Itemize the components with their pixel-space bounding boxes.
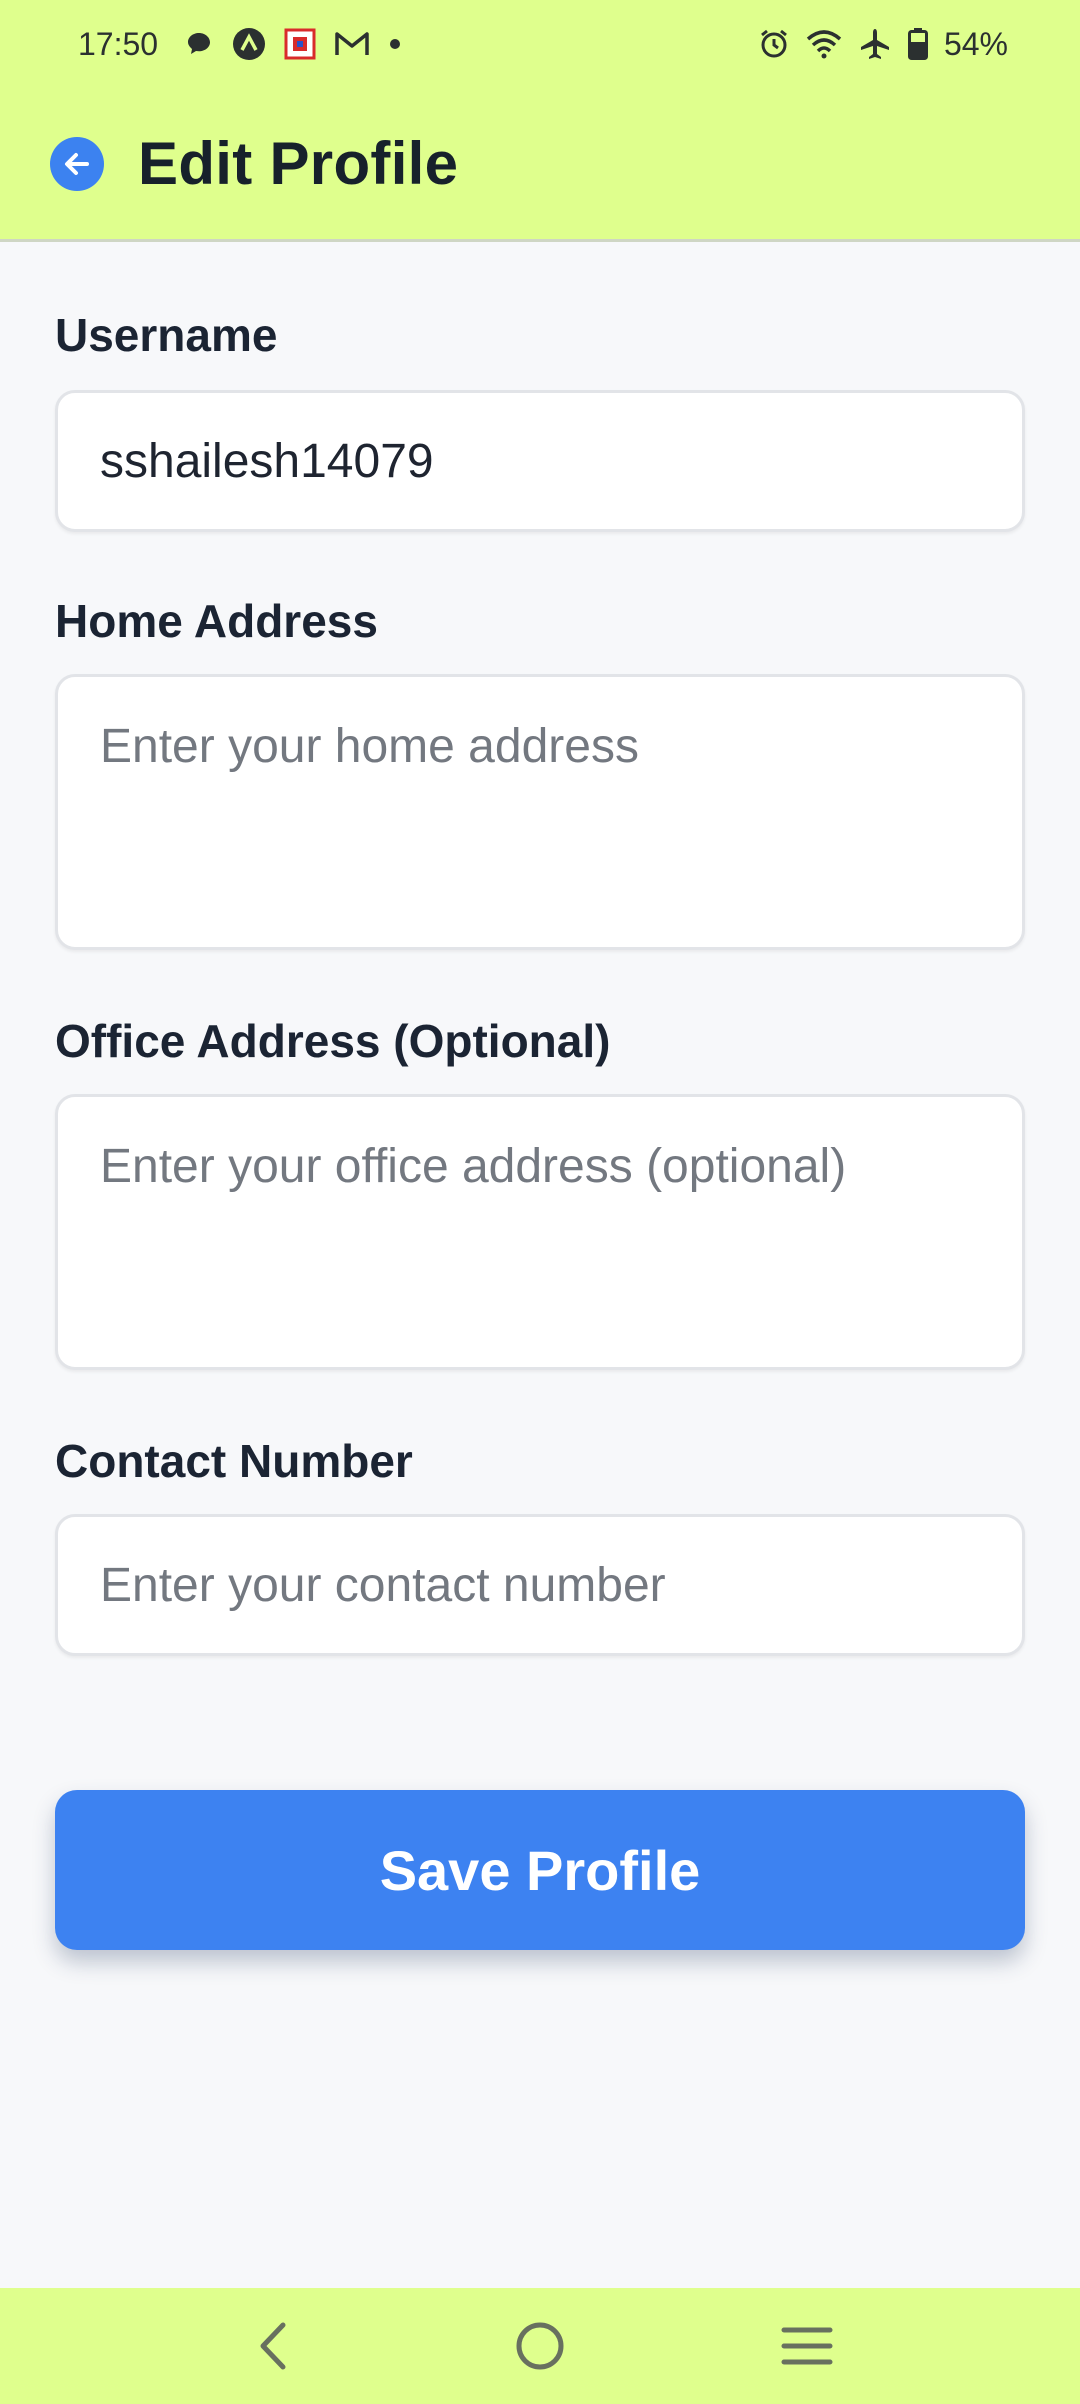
username-value: sshailesh14079 [100,434,434,488]
nav-back-button[interactable] [228,2301,318,2391]
contact-number-placeholder: Enter your contact number [100,1558,666,1612]
chat-bubble-icon [184,29,214,59]
recents-menu-icon [781,2327,833,2365]
gmail-icon [334,29,370,59]
alarm-icon [758,28,790,60]
contact-number-input[interactable]: Enter your contact number [55,1514,1025,1656]
username-label: Username [55,309,278,361]
username-input[interactable]: sshailesh14079 [55,390,1025,532]
office-address-input[interactable]: Enter your office address (optional) [55,1094,1025,1370]
status-right: 54% [758,26,1008,63]
app-bar: Edit Profile [0,88,1080,242]
wifi-icon [806,29,842,59]
battery-percentage: 54% [943,25,1008,62]
back-button[interactable] [50,136,104,191]
airplane-icon [858,27,892,61]
office-address-placeholder: Enter your office address (optional) [100,1140,847,1193]
home-address-input[interactable]: Enter your home address [55,674,1025,950]
edit-profile-screen: 17:50 54% Edit Profile Username sshailes… [0,0,1080,2404]
office-address-label: Office Address (Optional) [55,1015,611,1067]
status-bar: 17:50 54% [0,0,1080,88]
home-circle-icon [516,2322,564,2370]
nav-recents-button[interactable] [762,2301,852,2391]
page-title: Edit Profile [138,130,459,197]
nav-home-button[interactable] [495,2301,585,2391]
red-square-app-icon [284,28,316,60]
arrow-up-circle-icon [232,27,266,61]
contact-number-label: Contact Number [55,1435,413,1487]
home-address-placeholder: Enter your home address [100,720,639,773]
arrow-left-icon [65,152,89,175]
battery-icon [907,28,928,60]
dot-icon [388,37,402,51]
back-chevron-icon [260,2322,286,2370]
status-time: 17:50 [78,25,159,62]
system-nav-bar [0,2288,1080,2404]
save-profile-button[interactable]: Save Profile [55,1790,1025,1950]
home-address-label: Home Address [55,595,378,647]
status-left: 17:50 [78,26,402,63]
